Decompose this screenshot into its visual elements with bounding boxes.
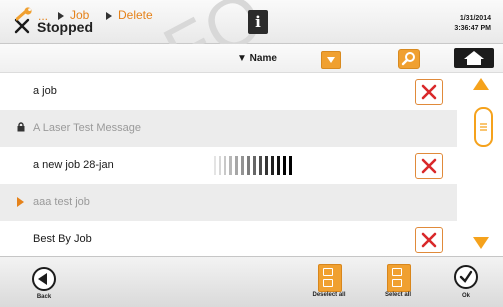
time-text: 3:36:47 PM [454,25,491,32]
select-all-label: Select all [384,292,411,298]
breadcrumb-arrow-icon [106,12,112,20]
scroll-thumb[interactable] [474,107,493,147]
back-button[interactable] [32,267,56,291]
date-text: 1/31/2014 [459,15,491,22]
barcode-icon [214,156,294,175]
bottom-bar [0,256,503,307]
job-row[interactable]: a job [0,73,457,110]
breadcrumb-root[interactable]: ... [38,9,48,23]
delete-button[interactable] [415,153,443,179]
home-button[interactable] [454,48,494,68]
select-all-button[interactable] [387,264,411,292]
search-icon [401,52,415,66]
delete-button[interactable] [415,227,443,253]
job-name: aaa test job [33,196,90,208]
job-name: a new job 28-jan [33,159,114,171]
ok-label: Ok [461,293,470,299]
wrench-icon [15,7,34,21]
scrollbar[interactable] [458,73,503,256]
active-job-arrow-icon [17,197,24,207]
delete-x-icon [421,232,437,248]
deselect-all-label: Deselect all [312,292,346,298]
sort-field-label: ▼ Name [237,53,277,64]
ok-button[interactable] [454,265,478,289]
lock-icon [17,122,25,132]
scroll-down-icon[interactable] [473,237,489,249]
checkmark-icon [459,270,473,283]
job-row[interactable]: a new job 28-jan [0,147,457,184]
job-name: A Laser Test Message [33,122,142,134]
breadcrumb-job[interactable]: Job [70,8,89,22]
delete-button[interactable] [415,79,443,105]
job-name: Best By Job [33,233,92,245]
back-label: Back [36,294,52,300]
job-row[interactable]: A Laser Test Message [0,110,457,147]
home-icon [464,51,484,65]
deselect-all-button[interactable] [318,264,342,292]
job-name: a job [33,85,57,97]
scroll-up-icon[interactable] [473,78,489,90]
info-button[interactable]: i [248,10,268,34]
job-row[interactable]: aaa test job [0,184,457,221]
delete-x-icon [421,158,437,174]
search-button[interactable] [398,49,420,69]
job-row[interactable]: Best By Job [0,221,457,258]
sort-dropdown-button[interactable] [321,51,341,69]
back-arrow-icon [38,273,47,285]
datetime: 1/31/2014 3:36:47 PM [454,14,491,34]
breadcrumb-delete: Delete [118,8,153,22]
delete-x-icon [421,84,437,100]
breadcrumb-arrow-icon [58,12,64,20]
